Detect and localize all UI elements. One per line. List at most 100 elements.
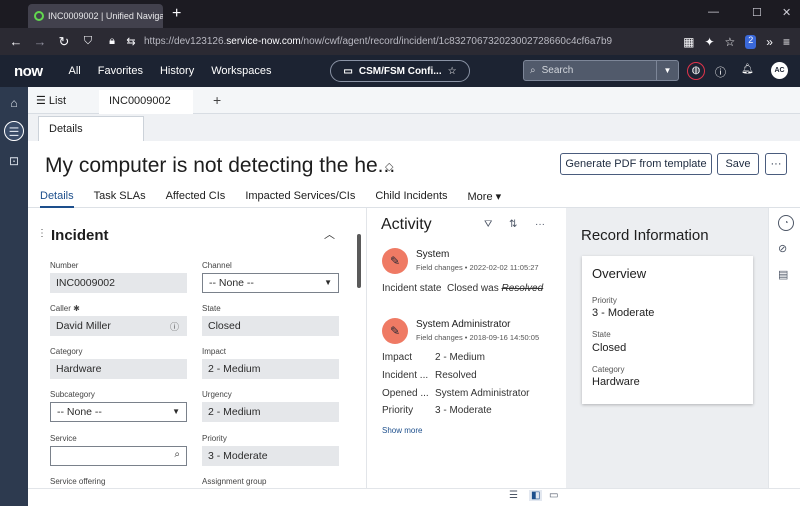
list-tab-label: List — [48, 95, 67, 107]
user-avatar[interactable]: AC — [771, 62, 788, 79]
overview-priority-value: 3 - Moderate — [592, 307, 655, 319]
activity-field-key: Incident state — [382, 283, 442, 294]
search-icon[interactable]: ⌕ — [174, 449, 180, 460]
generate-pdf-button[interactable]: Generate PDF from template — [560, 153, 712, 175]
search-input[interactable]: Search — [542, 65, 574, 76]
save-button[interactable]: Save — [717, 153, 759, 175]
lock-icon[interactable]: 🔒︎ — [100, 35, 124, 48]
url-bar[interactable]: https://dev123126.service-now.com/now/cw… — [144, 36, 612, 47]
bookmark-star-icon[interactable]: ☆ — [725, 35, 736, 49]
impact-label: Impact — [202, 347, 227, 356]
category-field: Hardware — [50, 359, 187, 379]
tab-details[interactable]: Details — [40, 186, 74, 208]
menu-history[interactable]: History — [160, 65, 194, 77]
browser-tab-title: INC0009002 | Unified Navigati — [48, 11, 163, 21]
edit-avatar-icon: ✎ — [382, 318, 408, 344]
forward-arrow-icon[interactable]: → — [28, 34, 52, 49]
favorite-star-icon[interactable]: ☆ — [448, 66, 457, 77]
browser-nav-bar: ← → ↻ ⛉ 🔒︎ ⇆ https://dev123126.service-n… — [0, 28, 800, 55]
layout-list-icon[interactable]: ☰ — [509, 490, 518, 501]
drag-handle-icon[interactable]: ⋮ — [37, 228, 47, 239]
category-label: Category — [50, 347, 83, 356]
browser-menu-icon[interactable]: ≡ — [783, 35, 790, 49]
attachment-icon[interactable]: ⊘ — [778, 242, 787, 255]
activity-author: System Administrator — [416, 319, 511, 330]
service-input[interactable]: ⌕ — [50, 446, 187, 466]
form-scrollbar[interactable] — [357, 234, 361, 288]
tab-child-incidents[interactable]: Child Incidents — [375, 186, 447, 208]
tab-affected-cis[interactable]: Affected CIs — [166, 186, 226, 208]
workspace-pill[interactable]: ▭ CSM/FSM Confi... ☆ — [330, 60, 470, 82]
tab-more[interactable]: More ▾ — [468, 186, 502, 208]
caller-label: Caller ✱ — [50, 304, 80, 313]
activity-field-value: System Administrator — [435, 388, 530, 399]
new-tab-button[interactable]: + — [172, 5, 181, 23]
workspace-pill-label: CSM/FSM Confi... — [358, 65, 442, 77]
record-title: My computer is not detecting the he... — [45, 154, 396, 177]
record-tab[interactable]: INC0009002 — [99, 90, 193, 114]
edit-avatar-icon: ✎ — [382, 248, 408, 274]
layout-split-icon[interactable]: ◧ — [529, 490, 543, 501]
inbox-icon[interactable]: ⊡ — [4, 151, 24, 171]
activity-meta: Field changes • 2018-09-16 14:50:05 — [416, 333, 540, 342]
layout-full-icon[interactable]: ▭ — [549, 490, 558, 501]
shield-icon[interactable]: ⛉ — [76, 35, 100, 48]
activity-more-icon[interactable]: ··· — [535, 219, 545, 230]
record-info-icon[interactable]: ◔ — [778, 215, 794, 231]
section-title: Incident — [51, 227, 109, 244]
list-icon[interactable]: ☰ — [4, 121, 24, 141]
minimize-icon[interactable]: — — [708, 6, 719, 18]
window-close-icon[interactable]: ✕ — [782, 6, 791, 19]
puzzle-icon[interactable]: ✦ — [704, 35, 714, 49]
urgency-field: 2 - Medium — [202, 402, 339, 422]
menu-all[interactable]: All — [69, 65, 81, 77]
home-icon[interactable]: ⌂ — [4, 93, 24, 113]
tab-impacted-services[interactable]: Impacted Services/CIs — [245, 186, 355, 208]
menu-favorites[interactable]: Favorites — [98, 65, 143, 77]
service-label: Service — [50, 434, 77, 443]
details-subtab[interactable]: Details — [38, 116, 144, 141]
subcategory-label: Subcategory — [50, 390, 95, 399]
search-icon: ⌕ — [530, 65, 536, 76]
overflow-chevron-icon[interactable]: » — [766, 35, 773, 49]
workspace-icon: ▭ — [343, 65, 353, 77]
overview-state-label: State — [592, 330, 611, 339]
record-info-title: Record Information — [581, 227, 709, 244]
activity-field-value: Resolved — [435, 370, 477, 381]
channel-select[interactable]: -- None -- ▼ — [202, 273, 339, 293]
maximize-icon[interactable]: ☐ — [752, 6, 762, 19]
tab-task-slas[interactable]: Task SLAs — [94, 186, 146, 208]
document-icon[interactable]: ▤ — [778, 268, 788, 281]
collapse-chevron-icon[interactable]: ︿ — [324, 226, 335, 242]
tag-icon[interactable]: ◇ — [385, 160, 393, 173]
add-tab-button[interactable]: + — [213, 92, 221, 108]
permissions-icon[interactable]: ⇆ — [124, 35, 138, 48]
url-prefix: https://dev123126. — [144, 36, 227, 47]
chevron-down-icon: ▼ — [324, 278, 332, 287]
search-scope-chevron-icon[interactable]: ▼ — [656, 61, 678, 80]
help-icon[interactable]: ⓘ — [715, 64, 726, 80]
activity-title: Activity — [381, 216, 432, 233]
show-more-link[interactable]: Show more — [382, 426, 422, 435]
global-search[interactable]: ⌕ Search ▼ — [523, 60, 679, 81]
more-actions-button[interactable]: ··· — [765, 153, 787, 175]
activity-new-value: Closed was — [447, 283, 499, 294]
filter-icon[interactable]: ⛛ — [484, 219, 492, 230]
overview-category-value: Hardware — [592, 376, 640, 388]
subcategory-select[interactable]: -- None -- ▼ — [50, 402, 187, 422]
impact-field: 2 - Medium — [202, 359, 339, 379]
extensions-grid-icon[interactable]: ▦ — [683, 35, 694, 49]
sort-icon[interactable]: ⇅ — [509, 219, 517, 230]
extension-badge[interactable]: 2 — [745, 34, 757, 49]
form-tabs: Details Task SLAs Affected CIs Impacted … — [28, 186, 800, 208]
menu-workspaces[interactable]: Workspaces — [211, 65, 271, 77]
browser-tab[interactable]: INC0009002 | Unified Navigati ✕ — [28, 4, 163, 28]
list-tab[interactable]: ☰ List — [36, 94, 66, 107]
subcategory-value: -- None -- — [57, 406, 102, 418]
now-logo[interactable]: now — [14, 63, 43, 80]
back-arrow-icon[interactable]: ← — [4, 34, 28, 49]
globe-icon[interactable]: ◍ — [687, 62, 705, 80]
reload-icon[interactable]: ↻ — [52, 34, 76, 50]
bell-icon[interactable]: 🔔︎ — [741, 64, 754, 75]
info-icon[interactable]: ⓘ — [170, 320, 179, 333]
